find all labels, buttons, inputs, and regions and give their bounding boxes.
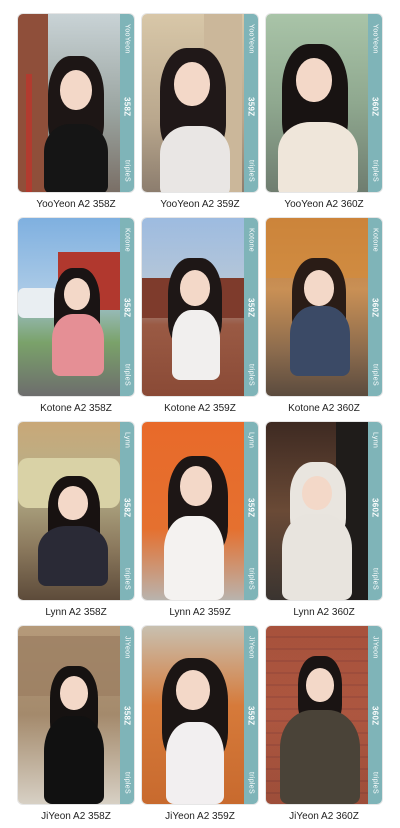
- card-code: 359Z: [246, 97, 256, 117]
- card-caption: Kotone A2 359Z: [164, 403, 236, 414]
- member-name: JiYeon: [247, 636, 255, 659]
- photocard-image: [266, 14, 368, 192]
- card-code: 360Z: [370, 498, 380, 518]
- member-name: Lynn: [371, 432, 379, 449]
- card-code: 358Z: [122, 97, 132, 117]
- card-code: 358Z: [122, 298, 132, 318]
- photocard-item[interactable]: Lynn 360Z tripleS Lynn A2 360Z: [266, 422, 382, 620]
- brand-label: tripleS: [247, 568, 255, 590]
- brand-label: tripleS: [123, 568, 131, 590]
- photocard-side-strip: Kotone 359Z tripleS: [244, 218, 258, 396]
- photocard[interactable]: Lynn 360Z tripleS: [266, 422, 382, 600]
- photocard-side-strip: JiYeon 360Z tripleS: [368, 626, 382, 804]
- card-caption: JiYeon A2 360Z: [289, 811, 359, 822]
- member-name: Kotone: [247, 228, 255, 252]
- card-caption: JiYeon A2 359Z: [165, 811, 235, 822]
- member-name: YooYeon: [123, 24, 131, 54]
- photocard-item[interactable]: Kotone 360Z tripleS Kotone A2 360Z: [266, 218, 382, 416]
- card-code: 360Z: [370, 705, 380, 726]
- card-code: 360Z: [370, 97, 380, 117]
- photocard[interactable]: YooYeon 360Z tripleS: [266, 14, 382, 192]
- photocard-item[interactable]: JiYeon 359Z tripleS JiYeon A2 359Z: [142, 626, 258, 824]
- photocard-image: [266, 422, 368, 600]
- photocard[interactable]: JiYeon 358Z tripleS: [18, 626, 134, 804]
- photocard-image: [142, 218, 244, 396]
- photocard-side-strip: Lynn 359Z tripleS: [244, 422, 258, 600]
- photocard[interactable]: Kotone 358Z tripleS: [18, 218, 134, 396]
- card-caption: JiYeon A2 358Z: [41, 811, 111, 822]
- card-caption: Lynn A2 359Z: [169, 607, 231, 618]
- photocard-image: [18, 218, 120, 396]
- photocard-side-strip: JiYeon 359Z tripleS: [244, 626, 258, 804]
- card-code: 359Z: [246, 498, 256, 518]
- photocard-item[interactable]: YooYeon 358Z tripleS YooYeon A2 358Z: [18, 14, 134, 212]
- photocard-side-strip: Kotone 360Z tripleS: [368, 218, 382, 396]
- photocard-image: [142, 14, 244, 192]
- member-name: JiYeon: [371, 636, 379, 659]
- card-code: 359Z: [246, 298, 256, 318]
- photocard[interactable]: JiYeon 359Z tripleS: [142, 626, 258, 804]
- photocard-item[interactable]: Lynn 359Z tripleS Lynn A2 359Z: [142, 422, 258, 620]
- photocard-item[interactable]: Kotone 358Z tripleS Kotone A2 358Z: [18, 218, 134, 416]
- member-name: Kotone: [371, 228, 379, 252]
- brand-label: tripleS: [123, 772, 131, 794]
- member-name: JiYeon: [123, 636, 131, 659]
- photocard-item[interactable]: YooYeon 360Z tripleS YooYeon A2 360Z: [266, 14, 382, 212]
- card-code: 360Z: [370, 298, 380, 318]
- photocard-side-strip: JiYeon 358Z tripleS: [120, 626, 134, 804]
- brand-label: tripleS: [123, 160, 131, 182]
- photocard-image: [18, 14, 120, 192]
- photocard-side-strip: YooYeon 358Z tripleS: [120, 14, 134, 192]
- photocard[interactable]: YooYeon 358Z tripleS: [18, 14, 134, 192]
- card-code: 358Z: [122, 705, 132, 726]
- card-caption: YooYeon A2 358Z: [36, 199, 116, 210]
- member-name: Kotone: [123, 228, 131, 252]
- photocard[interactable]: Kotone 359Z tripleS: [142, 218, 258, 396]
- card-caption: YooYeon A2 359Z: [160, 199, 240, 210]
- brand-label: tripleS: [371, 772, 379, 794]
- photocard-image: [142, 626, 244, 804]
- brand-label: tripleS: [247, 772, 255, 794]
- photocard[interactable]: JiYeon 360Z tripleS: [266, 626, 382, 804]
- card-code: 358Z: [122, 498, 132, 518]
- card-caption: Lynn A2 358Z: [45, 607, 107, 618]
- member-name: Lynn: [123, 432, 131, 449]
- photocard-grid: YooYeon 358Z tripleS YooYeon A2 358Z Yoo…: [18, 14, 382, 824]
- brand-label: tripleS: [123, 364, 131, 386]
- card-caption: Kotone A2 358Z: [40, 403, 112, 414]
- brand-label: tripleS: [371, 160, 379, 182]
- brand-label: tripleS: [247, 364, 255, 386]
- member-name: YooYeon: [371, 24, 379, 54]
- photocard-item[interactable]: Kotone 359Z tripleS Kotone A2 359Z: [142, 218, 258, 416]
- photocard-item[interactable]: Lynn 358Z tripleS Lynn A2 358Z: [18, 422, 134, 620]
- card-code: 359Z: [246, 705, 256, 726]
- photocard-image: [18, 422, 120, 600]
- photocard[interactable]: Lynn 358Z tripleS: [18, 422, 134, 600]
- photocard-item[interactable]: JiYeon 360Z tripleS JiYeon A2 360Z: [266, 626, 382, 824]
- photocard-image: [18, 626, 120, 804]
- member-name: YooYeon: [247, 24, 255, 54]
- photocard[interactable]: YooYeon 359Z tripleS: [142, 14, 258, 192]
- photocard[interactable]: Lynn 359Z tripleS: [142, 422, 258, 600]
- photocard-side-strip: Lynn 360Z tripleS: [368, 422, 382, 600]
- photocard-image: [142, 422, 244, 600]
- photocard[interactable]: Kotone 360Z tripleS: [266, 218, 382, 396]
- brand-label: tripleS: [247, 160, 255, 182]
- photocard-side-strip: YooYeon 360Z tripleS: [368, 14, 382, 192]
- photocard-image: [266, 218, 368, 396]
- photocard-item[interactable]: YooYeon 359Z tripleS YooYeon A2 359Z: [142, 14, 258, 212]
- card-caption: Lynn A2 360Z: [293, 607, 355, 618]
- brand-label: tripleS: [371, 568, 379, 590]
- brand-label: tripleS: [371, 364, 379, 386]
- card-caption: YooYeon A2 360Z: [284, 199, 364, 210]
- photocard-side-strip: Kotone 358Z tripleS: [120, 218, 134, 396]
- photocard-side-strip: YooYeon 359Z tripleS: [244, 14, 258, 192]
- photocard-side-strip: Lynn 358Z tripleS: [120, 422, 134, 600]
- photocard-item[interactable]: JiYeon 358Z tripleS JiYeon A2 358Z: [18, 626, 134, 824]
- photocard-image: [266, 626, 368, 804]
- member-name: Lynn: [247, 432, 255, 449]
- card-caption: Kotone A2 360Z: [288, 403, 360, 414]
